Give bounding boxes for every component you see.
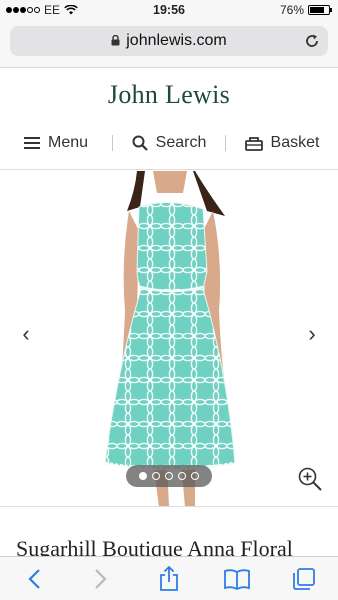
hamburger-icon (23, 137, 40, 149)
next-image-button[interactable]: › (300, 321, 324, 347)
back-button[interactable] (19, 564, 49, 594)
product-gallery[interactable]: ‹ › (0, 171, 338, 507)
menu-button[interactable]: Menu (0, 134, 112, 152)
bookmarks-button[interactable] (222, 564, 252, 594)
browser-url-area: johnlewis.com (0, 20, 338, 68)
carousel-dot[interactable] (178, 472, 186, 480)
search-label: Search (155, 134, 207, 151)
zoom-in-icon[interactable] (298, 467, 322, 491)
tabs-button[interactable] (289, 564, 319, 594)
menu-label: Menu (47, 134, 89, 151)
carousel-pagination[interactable] (126, 465, 212, 487)
forward-button[interactable] (86, 564, 116, 594)
url-display[interactable]: johnlewis.com (10, 32, 328, 50)
lock-icon (111, 35, 120, 46)
site-header: John Lewis Menu Search Basket (0, 68, 338, 170)
bookmarks-icon (223, 568, 250, 590)
carousel-dot[interactable] (191, 472, 199, 480)
share-icon (160, 565, 178, 591)
main-nav: Menu Search Basket (0, 130, 338, 156)
previous-image-button[interactable]: ‹ (14, 321, 38, 347)
carousel-dot[interactable] (139, 472, 147, 480)
tabs-icon (293, 567, 316, 590)
battery-icon (308, 5, 332, 15)
carousel-dot[interactable] (152, 472, 160, 480)
basket-icon (244, 136, 263, 151)
product-image[interactable] (95, 171, 245, 507)
status-bar: EE 19:56 76% (0, 0, 338, 20)
forward-arrow-icon (95, 568, 107, 589)
address-bar[interactable]: johnlewis.com (10, 26, 328, 56)
status-right: 76% (279, 3, 332, 17)
basket-button[interactable]: Basket (226, 134, 338, 152)
search-button[interactable]: Search (113, 134, 225, 152)
carousel-dot[interactable] (165, 472, 173, 480)
search-icon (132, 135, 148, 151)
reload-icon[interactable] (304, 33, 320, 49)
battery-percentage: 76% (279, 3, 304, 17)
url-text: johnlewis.com (126, 32, 227, 49)
back-arrow-icon (28, 568, 40, 589)
browser-toolbar (0, 556, 338, 600)
basket-label: Basket (270, 134, 320, 151)
site-logo[interactable]: John Lewis (0, 80, 338, 110)
share-button[interactable] (154, 564, 184, 594)
